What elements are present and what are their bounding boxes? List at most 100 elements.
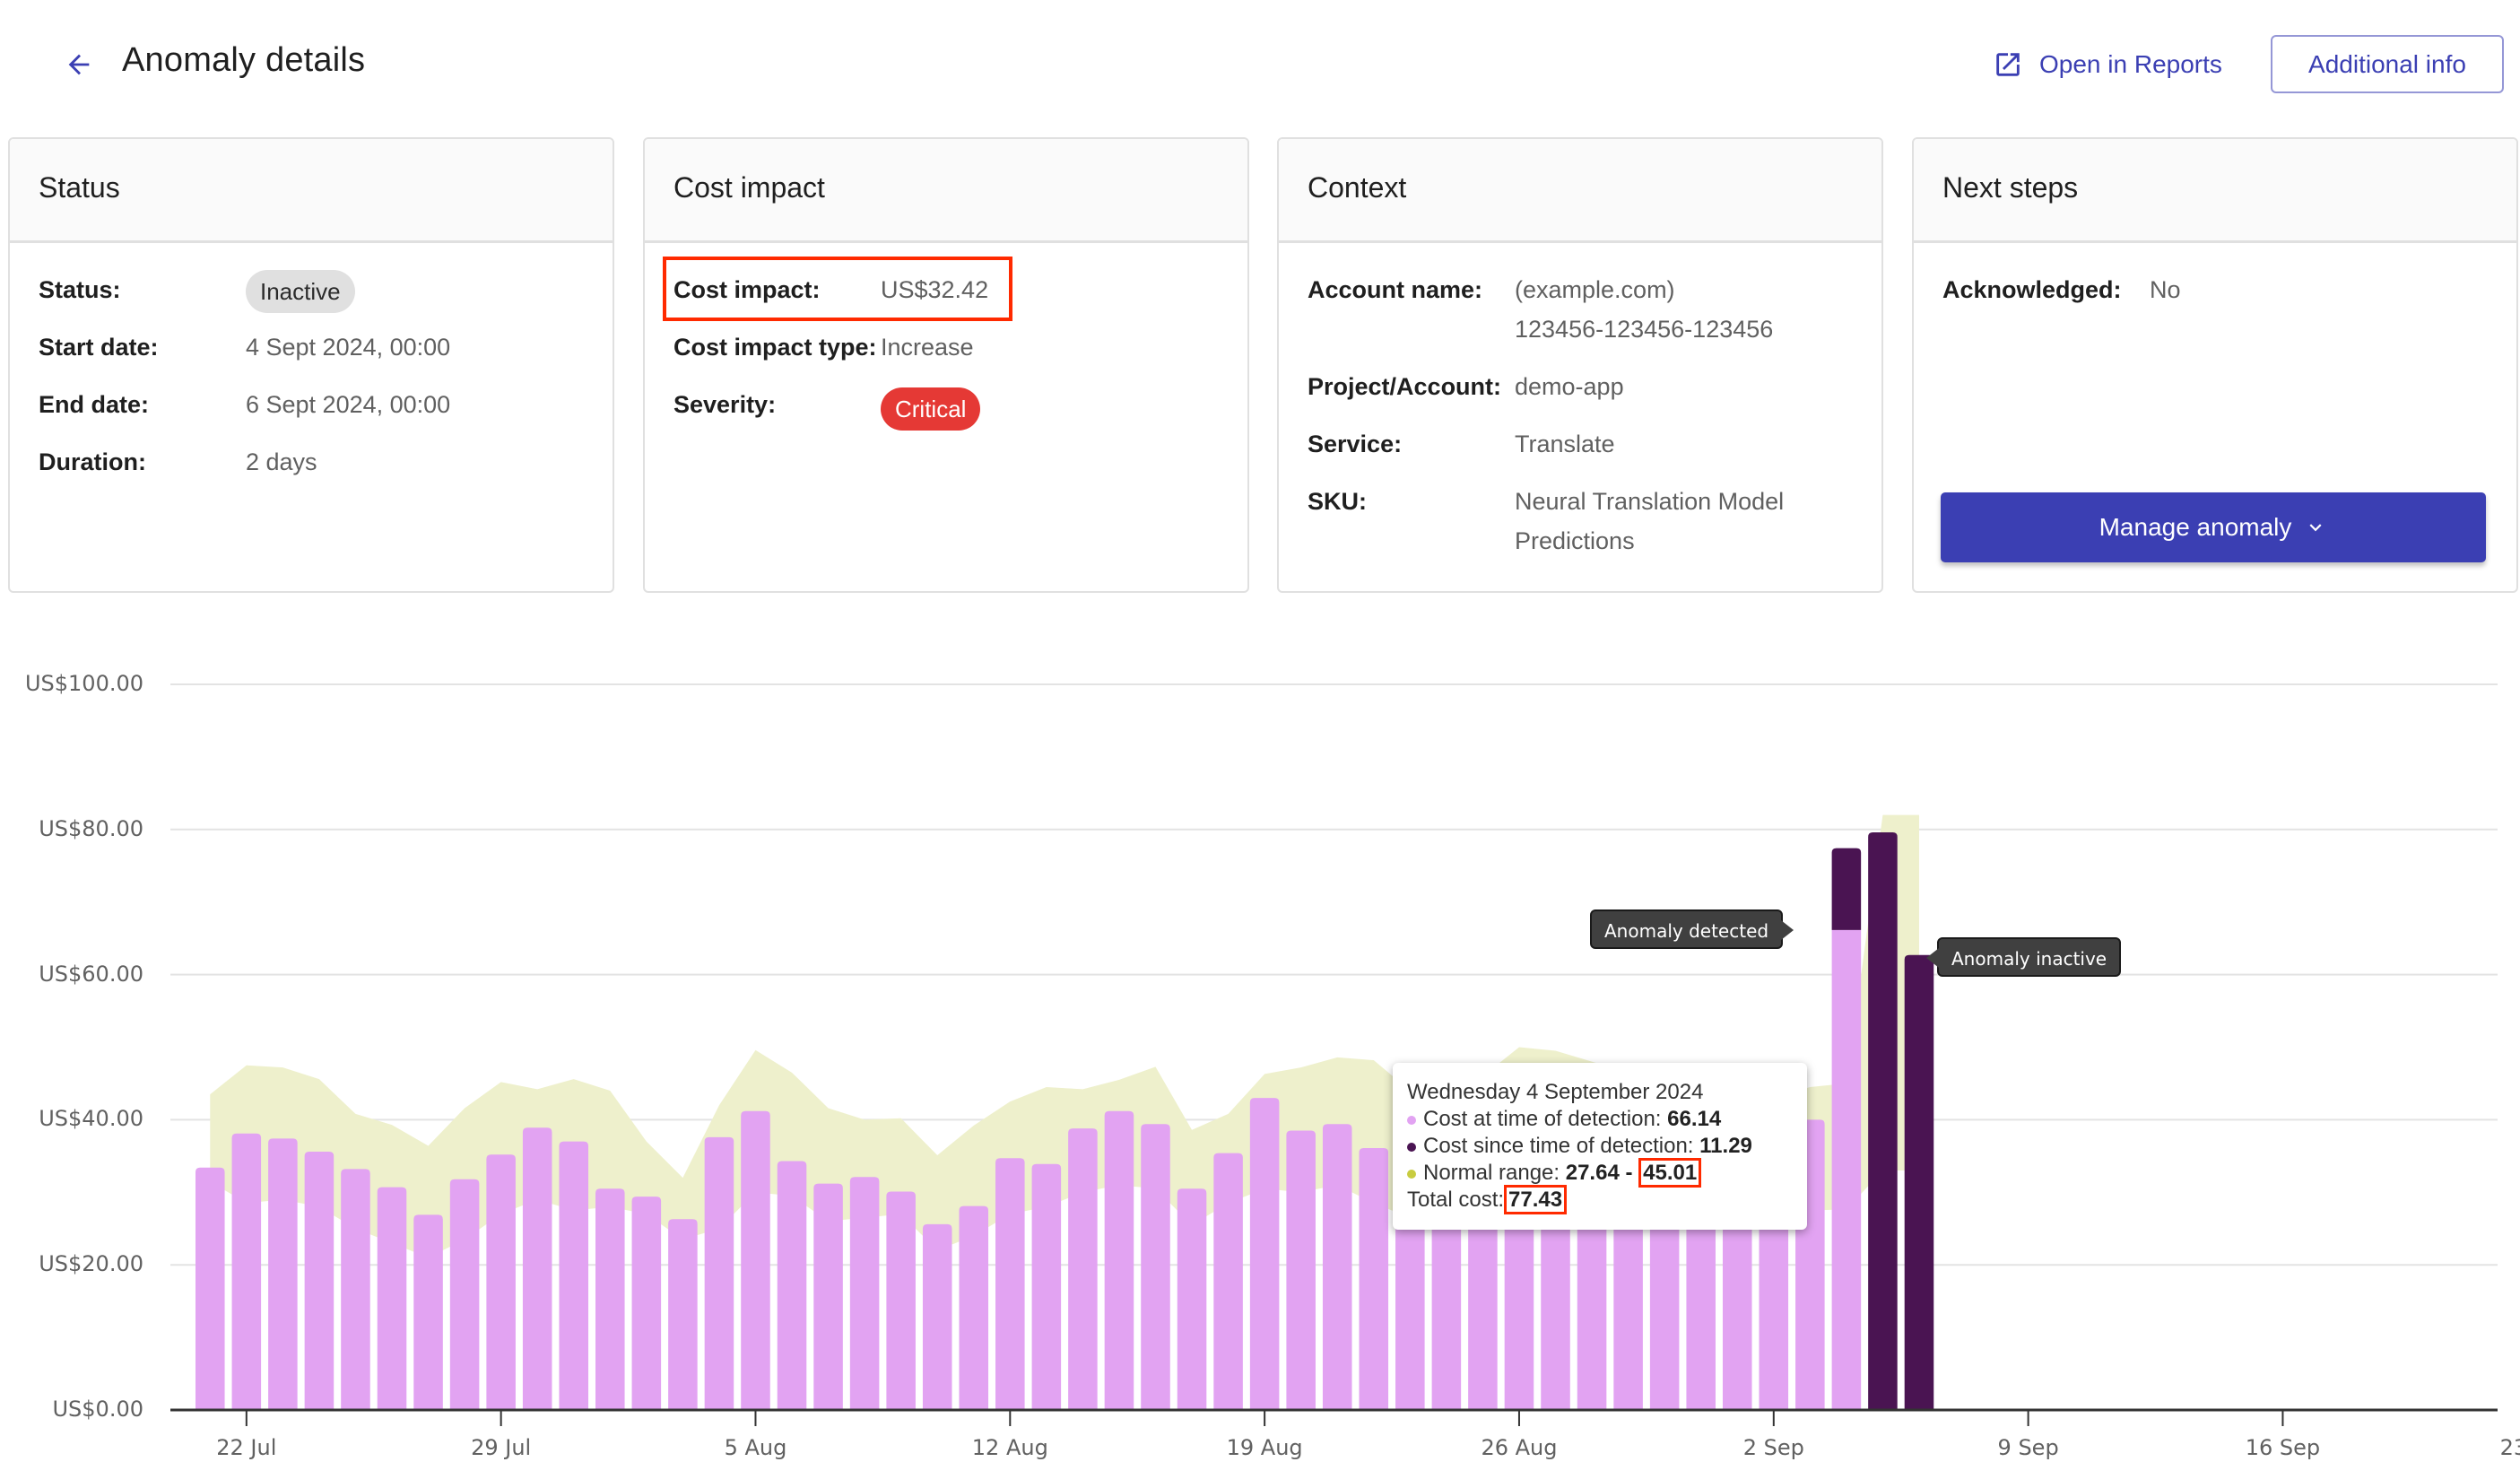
- bar-cost-at-detection: [449, 1179, 480, 1410]
- bar-cost-at-detection: [1031, 1163, 1062, 1410]
- x-tick-label: 5 Aug: [724, 1435, 787, 1460]
- bar-cost-at-detection: [559, 1141, 589, 1410]
- bar-15-aug[interactable]: [1104, 1110, 1134, 1410]
- tooltip-total-value: 77.43: [1504, 1185, 1568, 1214]
- chart-tooltip: Wednesday 4 September 2024 Cost at time …: [1393, 1063, 1807, 1230]
- bar-8-aug[interactable]: [849, 1177, 880, 1410]
- bar-cost-at-detection: [1249, 1098, 1280, 1410]
- bar-2-aug[interactable]: [631, 1197, 662, 1410]
- bar-cost-at-detection: [522, 1127, 552, 1410]
- bar-cost-at-detection: [1104, 1110, 1134, 1410]
- bar-31-jul[interactable]: [559, 1141, 589, 1410]
- bar-cost-at-detection: [595, 1188, 625, 1410]
- bar-13-aug[interactable]: [1031, 1163, 1062, 1410]
- x-tick-label: 2 Sep: [1742, 1435, 1804, 1460]
- y-tick-label: US$80.00: [39, 815, 143, 841]
- x-tick-label: 26 Aug: [1481, 1435, 1558, 1460]
- bar-cost-at-detection: [1286, 1130, 1316, 1410]
- bar-16-aug[interactable]: [1141, 1124, 1170, 1410]
- bar-cost-at-detection: [704, 1136, 734, 1410]
- tooltip-row-normal-range: Normal range: 27.64 - 45.01: [1407, 1158, 1807, 1188]
- bar-cost-at-detection: [377, 1187, 407, 1410]
- bar-cost-at-detection: [1213, 1153, 1243, 1410]
- bar-26-jul[interactable]: [377, 1187, 407, 1410]
- bar-18-aug[interactable]: [1213, 1153, 1243, 1410]
- legend-dot-icon: [1407, 1142, 1416, 1152]
- x-tick-label: 12 Aug: [971, 1435, 1048, 1460]
- x-axis: [170, 1408, 2498, 1426]
- bar-28-jul[interactable]: [449, 1179, 480, 1410]
- bar-cost-at-detection: [341, 1169, 370, 1410]
- bar-17-aug[interactable]: [1177, 1188, 1207, 1410]
- anomaly-detected-flag: Anomaly detected: [1590, 909, 1794, 949]
- bar-6-sep[interactable]: [1904, 954, 1934, 1410]
- bar-22-aug[interactable]: [1359, 1147, 1389, 1410]
- bar-21-jul[interactable]: [196, 1167, 225, 1410]
- bar-cost-at-detection: [1177, 1188, 1207, 1410]
- tooltip-row-cost-at-detection: Cost at time of detection: 66.14: [1407, 1106, 1807, 1133]
- bar-5-aug[interactable]: [741, 1110, 770, 1410]
- bar-cost-at-detection: [1141, 1124, 1170, 1410]
- x-tick-label: 22 Jul: [216, 1435, 277, 1460]
- bar-23-jul[interactable]: [268, 1138, 298, 1410]
- bar-1-aug[interactable]: [595, 1188, 625, 1410]
- x-tick-label: 29 Jul: [471, 1435, 532, 1460]
- cost-chart: [170, 683, 2498, 1426]
- bar-cost-at-detection: [268, 1138, 298, 1410]
- y-tick-label: US$20.00: [39, 1251, 143, 1277]
- bar-cost-since-detection: [1831, 848, 1862, 930]
- bar-cost-at-detection: [995, 1158, 1025, 1410]
- bar-cost-at-detection: [304, 1151, 335, 1410]
- tooltip-row-cost-since-detection: Cost since time of detection: 11.29: [1407, 1133, 1807, 1160]
- bar-7-aug[interactable]: [813, 1183, 843, 1410]
- bar-cost-at-detection: [486, 1154, 516, 1410]
- bar-cost-at-detection: [959, 1205, 989, 1410]
- bar-25-jul[interactable]: [341, 1169, 370, 1410]
- bar-12-aug[interactable]: [995, 1158, 1025, 1410]
- tooltip-value: 11.29: [1699, 1134, 1752, 1158]
- legend-dot-icon: [1407, 1169, 1416, 1179]
- x-tick-label: 23 Sep: [2499, 1435, 2520, 1460]
- bar-cost-at-detection: [1322, 1124, 1352, 1410]
- bar-4-aug[interactable]: [704, 1136, 734, 1410]
- bar-cost-at-detection: [849, 1177, 880, 1410]
- bar-30-jul[interactable]: [522, 1127, 552, 1410]
- y-tick-label: US$0.00: [52, 1397, 143, 1422]
- bar-24-jul[interactable]: [304, 1151, 335, 1410]
- bar-5-sep[interactable]: [1868, 832, 1898, 1410]
- bar-cost-at-detection: [1359, 1147, 1389, 1410]
- x-tick-label: 16 Sep: [2245, 1435, 2321, 1460]
- bar-6-aug[interactable]: [777, 1161, 807, 1410]
- tooltip-label: Cost at time of detection:: [1423, 1107, 1668, 1131]
- tooltip-separator: -: [1619, 1161, 1639, 1185]
- bar-cost-at-detection: [196, 1167, 225, 1410]
- tooltip-value-low: 27.64: [1565, 1161, 1620, 1185]
- y-tick-label: US$40.00: [39, 1106, 143, 1132]
- x-tick-label: 19 Aug: [1226, 1435, 1303, 1460]
- bar-cost-at-detection: [922, 1223, 952, 1410]
- bar-4-sep[interactable]: [1831, 848, 1862, 1410]
- bar-14-aug[interactable]: [1068, 1128, 1098, 1410]
- bar-3-aug[interactable]: [668, 1219, 698, 1410]
- x-tick-label: 9 Sep: [1997, 1435, 2059, 1460]
- bar-29-jul[interactable]: [486, 1154, 516, 1410]
- bar-22-jul[interactable]: [231, 1133, 262, 1410]
- bar-cost-at-detection: [631, 1197, 662, 1410]
- y-tick-label: US$100.00: [24, 671, 143, 696]
- bar-19-aug[interactable]: [1249, 1098, 1280, 1410]
- tooltip-value-high: 45.01: [1638, 1158, 1702, 1188]
- tooltip-total-row: Total cost: 77.43: [1407, 1185, 1807, 1214]
- bar-20-aug[interactable]: [1286, 1130, 1316, 1410]
- anomaly-inactive-flag: Anomaly inactive: [1925, 937, 2122, 977]
- bar-cost-at-detection: [886, 1191, 916, 1410]
- bar-27-jul[interactable]: [413, 1214, 443, 1410]
- y-tick-label: US$60.00: [39, 961, 143, 987]
- bar-21-aug[interactable]: [1322, 1124, 1352, 1410]
- bar-11-aug[interactable]: [959, 1205, 989, 1410]
- bar-cost-at-detection: [741, 1110, 770, 1410]
- bar-9-aug[interactable]: [886, 1191, 916, 1410]
- bar-cost-at-detection: [1831, 929, 1862, 1410]
- bar-cost-at-detection: [1068, 1128, 1098, 1410]
- bar-10-aug[interactable]: [922, 1223, 952, 1410]
- legend-dot-icon: [1407, 1115, 1416, 1125]
